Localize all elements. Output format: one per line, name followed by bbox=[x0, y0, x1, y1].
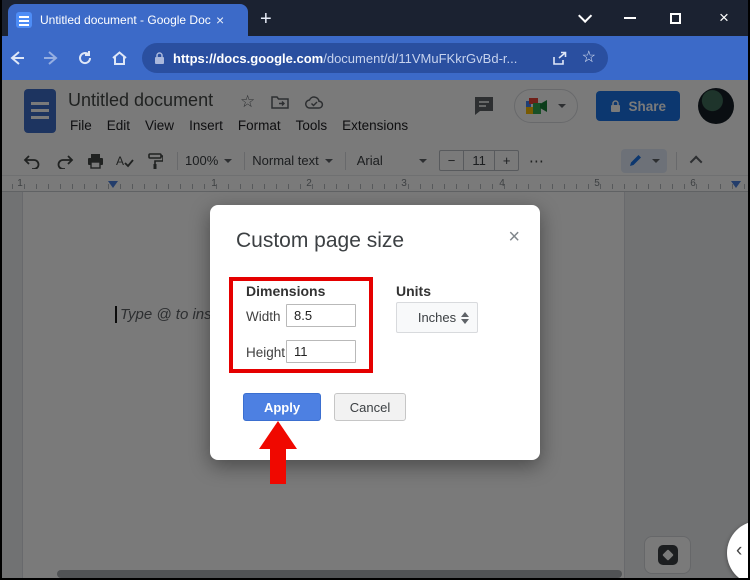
app-window: Untitled document - Google Doc × + × htt… bbox=[0, 0, 750, 580]
new-tab-button[interactable]: + bbox=[260, 6, 272, 32]
url-text: https://docs.google.com/document/d/11VMu… bbox=[173, 50, 518, 66]
back-button[interactable] bbox=[0, 48, 34, 68]
cancel-button[interactable]: Cancel bbox=[334, 393, 406, 421]
dialog-close-icon[interactable]: × bbox=[508, 227, 520, 247]
annotation-rectangle bbox=[229, 277, 373, 373]
apply-button[interactable]: Apply bbox=[243, 393, 321, 421]
tab-close-icon[interactable]: × bbox=[216, 12, 224, 28]
address-bar[interactable]: https://docs.google.com/document/d/11VMu… bbox=[142, 43, 608, 73]
bookmark-star-icon[interactable]: ☆ bbox=[582, 50, 596, 66]
minimize-button[interactable] bbox=[624, 17, 636, 19]
units-label: Units bbox=[396, 283, 431, 299]
browser-titlebar: Untitled document - Google Doc × + × bbox=[0, 0, 750, 36]
forward-button[interactable] bbox=[34, 48, 68, 68]
tab-search-chevron-icon[interactable] bbox=[578, 8, 593, 23]
units-value: Inches bbox=[417, 310, 457, 325]
share-page-icon[interactable] bbox=[552, 51, 568, 66]
annotation-arrow-head bbox=[259, 421, 297, 449]
side-panel-chevron-icon: ‹ bbox=[736, 540, 743, 561]
units-select[interactable]: Inches bbox=[396, 302, 478, 333]
tab-title: Untitled document - Google Doc bbox=[40, 13, 211, 27]
close-window-button[interactable]: × bbox=[716, 9, 732, 26]
window-edge-left bbox=[0, 0, 2, 580]
maximize-button[interactable] bbox=[670, 12, 681, 24]
lock-icon bbox=[155, 51, 164, 64]
browser-tab[interactable]: Untitled document - Google Doc × bbox=[8, 4, 248, 36]
annotation-arrow-shaft bbox=[270, 447, 286, 484]
units-spinner-icon bbox=[461, 311, 469, 324]
home-button[interactable] bbox=[102, 49, 136, 68]
window-controls: × bbox=[578, 0, 744, 36]
docs-favicon-icon bbox=[16, 12, 32, 28]
dialog-title: Custom page size bbox=[236, 229, 405, 252]
reload-button[interactable] bbox=[68, 49, 102, 67]
browser-toolbar: https://docs.google.com/document/d/11VMu… bbox=[0, 36, 750, 107]
